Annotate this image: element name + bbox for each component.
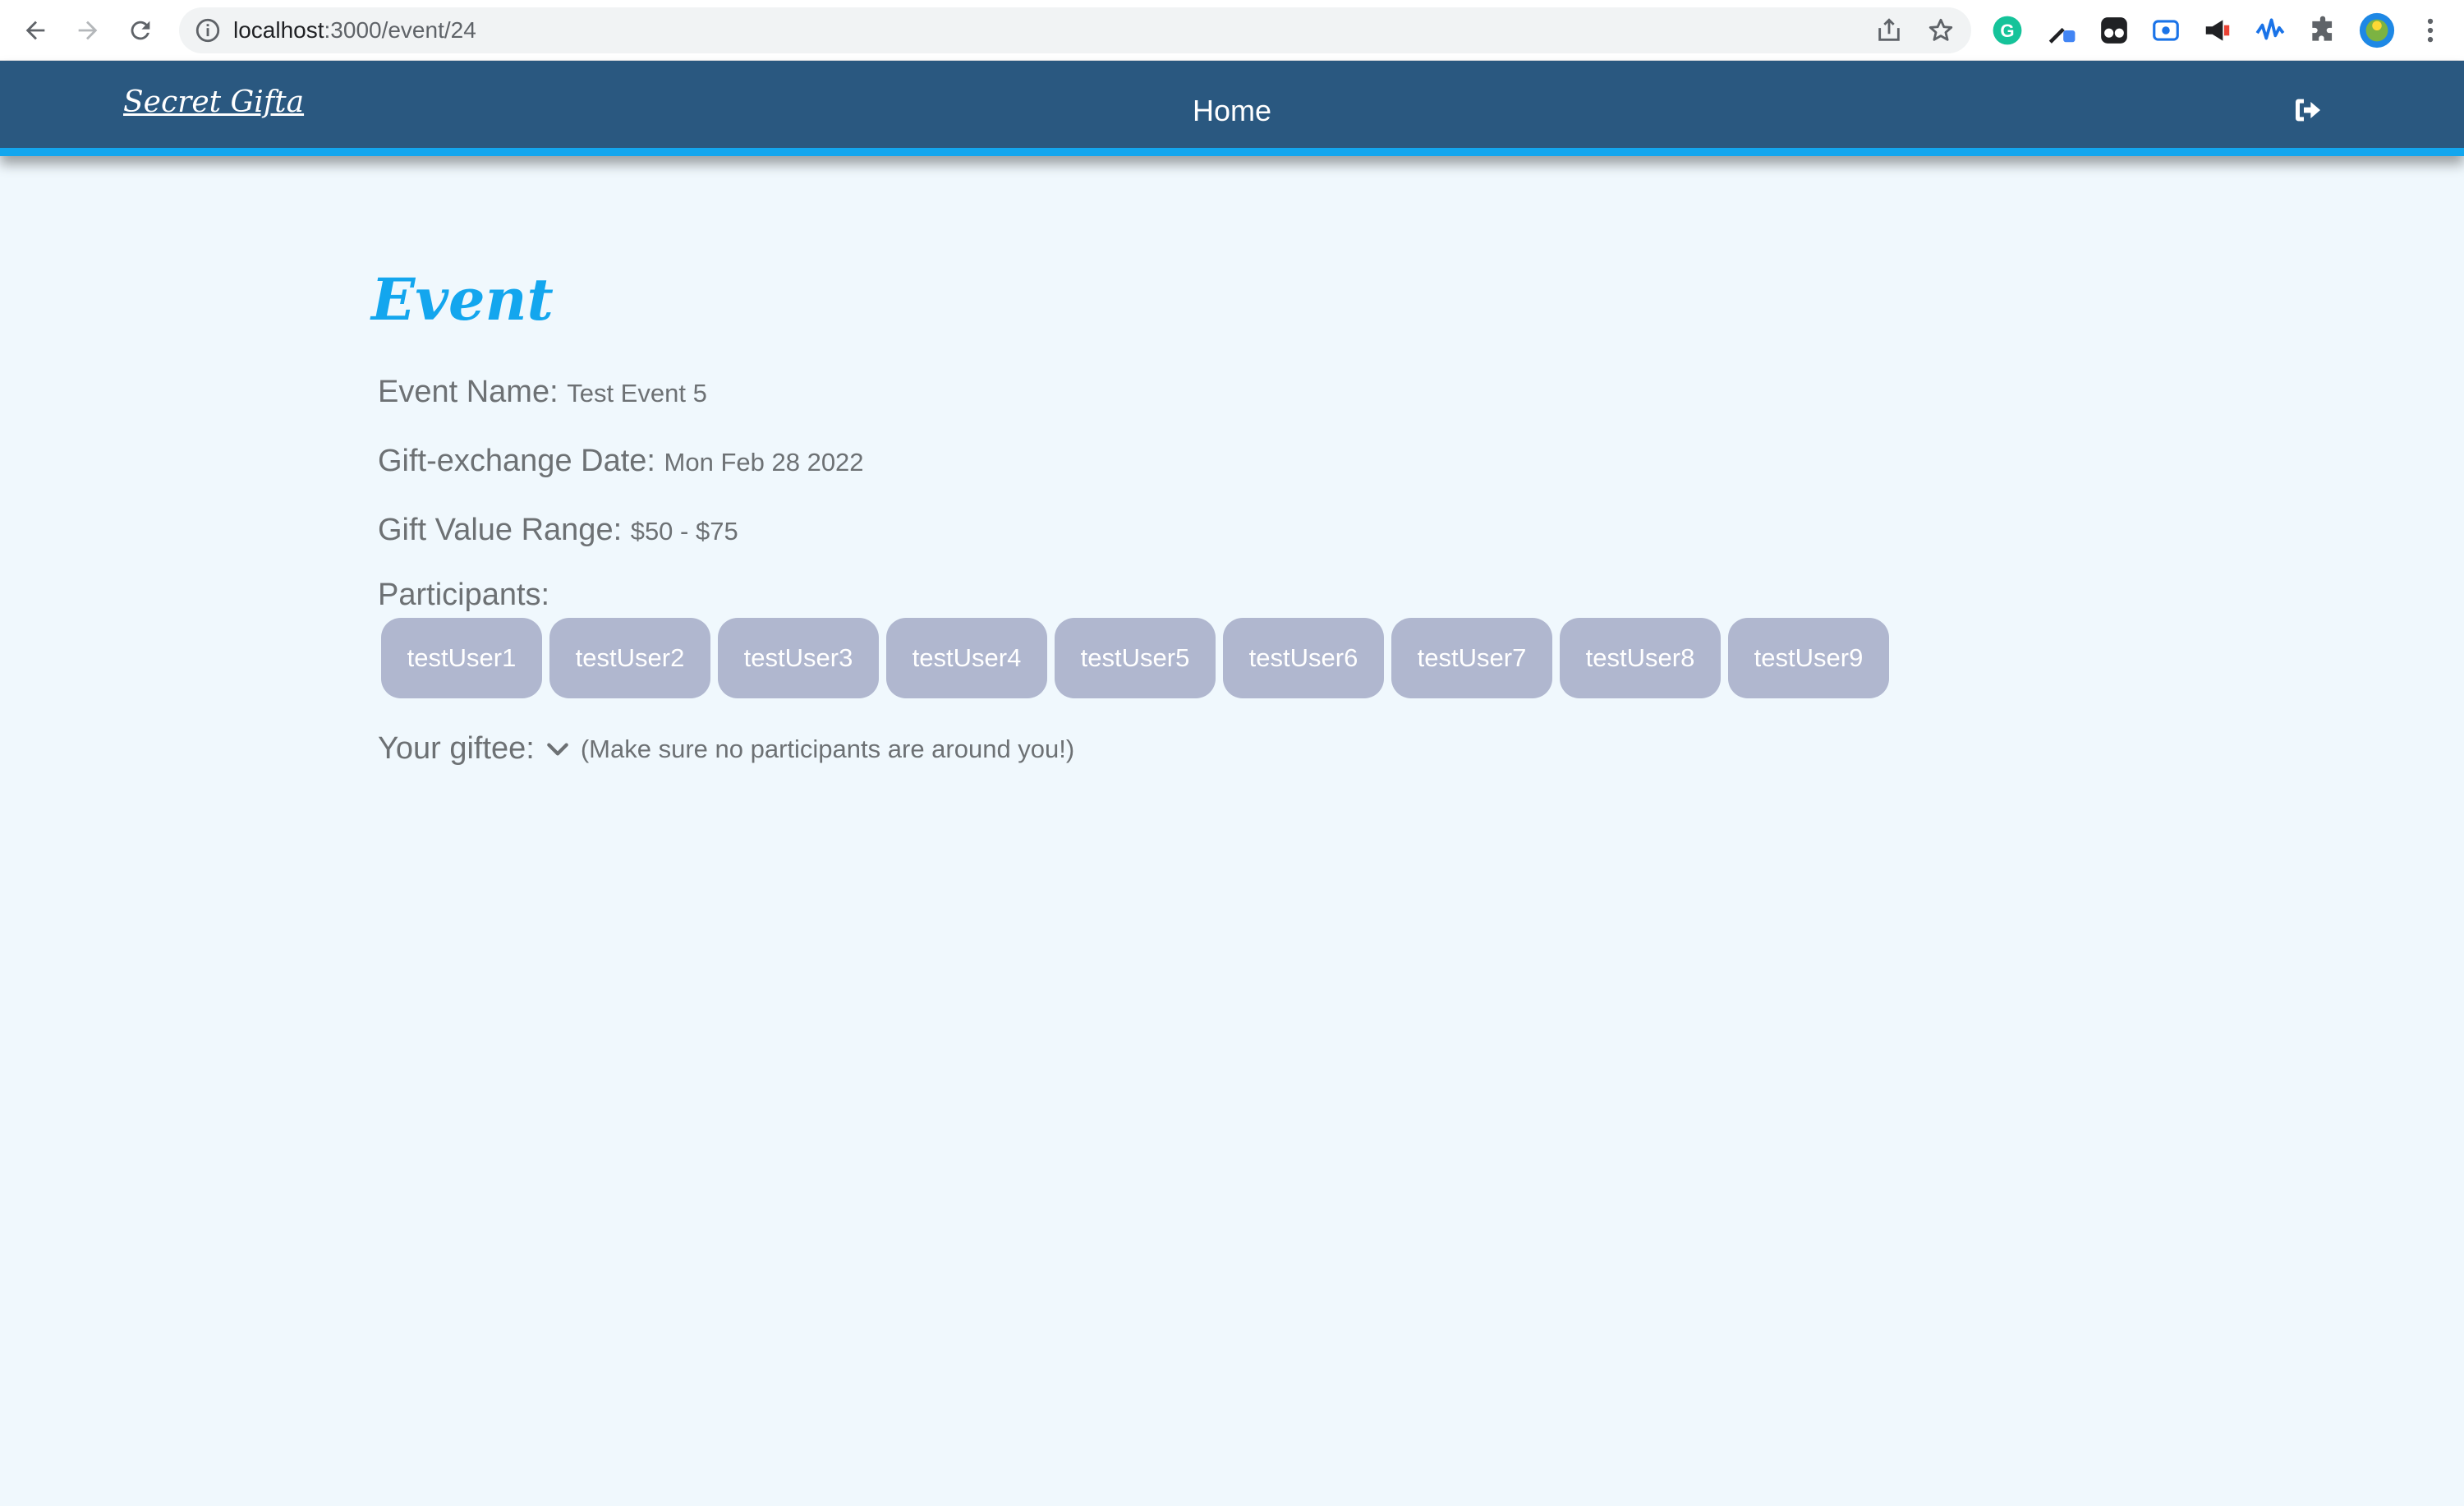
arrow-right-icon <box>78 21 98 40</box>
address-bar[interactable]: localhost:3000/event/24 <box>179 7 1971 53</box>
sign-out-icon[interactable] <box>2292 94 2324 127</box>
menu-kebab-icon[interactable] <box>2415 15 2446 46</box>
giftee-row: Your giftee: (Make sure no participants … <box>378 731 2020 767</box>
page-title: Event <box>371 265 554 334</box>
megaphone-icon[interactable] <box>2202 15 2233 46</box>
waveform-icon[interactable] <box>2255 15 2286 46</box>
tampermonkey-icon[interactable] <box>2099 15 2130 46</box>
participant-chip[interactable]: testUser2 <box>549 618 710 698</box>
participant-chip[interactable]: testUser5 <box>1055 618 1216 698</box>
arrow-left-icon <box>25 21 45 40</box>
event-name-row: Event Name: Test Event 5 <box>378 370 2020 439</box>
value-range-label: Gift Value Range: <box>378 513 623 547</box>
event-details: Event Event Name: Test Event 5 Gift-exch… <box>371 263 2020 767</box>
participant-chip[interactable]: testUser4 <box>886 618 1047 698</box>
profile-avatar[interactable] <box>2358 12 2396 49</box>
brand-logo[interactable]: Secret Gifta <box>123 85 304 119</box>
eyedropper-icon[interactable] <box>2045 15 2076 46</box>
browser-toolbar: localhost:3000/event/24 G <box>0 0 2464 61</box>
bookmark-star-icon[interactable] <box>1927 16 1955 44</box>
app-navbar: Secret Gifta Home <box>0 61 2464 156</box>
participant-chip[interactable]: testUser8 <box>1560 618 1721 698</box>
svg-text:G: G <box>2000 21 2014 41</box>
share-icon[interactable] <box>1875 16 1903 44</box>
reload-button[interactable] <box>122 12 159 49</box>
chevron-down-icon[interactable] <box>545 736 571 762</box>
participant-chip[interactable]: testUser3 <box>718 618 879 698</box>
giftee-hint: (Make sure no participants are around yo… <box>580 734 1075 763</box>
forward-button[interactable] <box>69 12 107 49</box>
grammarly-icon[interactable]: G <box>1992 15 2023 46</box>
event-name-value: Test Event 5 <box>567 379 707 408</box>
participant-chip[interactable]: testUser9 <box>1728 618 1889 698</box>
value-range-value: $50 - $75 <box>630 517 738 546</box>
event-name-label: Event Name: <box>378 375 559 409</box>
exchange-date-value: Mon Feb 28 2022 <box>664 448 864 477</box>
giftee-label: Your giftee: <box>378 731 535 766</box>
screencast-icon[interactable] <box>2150 15 2181 46</box>
exchange-date-row: Gift-exchange Date: Mon Feb 28 2022 <box>378 439 2020 508</box>
puzzle-icon[interactable] <box>2307 15 2338 46</box>
value-range-row: Gift Value Range: $50 - $75 <box>378 508 2020 577</box>
participants-label: Participants: <box>378 578 550 612</box>
info-icon[interactable] <box>194 16 222 44</box>
participant-chip[interactable]: testUser6 <box>1223 618 1384 698</box>
reload-icon <box>131 21 150 40</box>
back-button[interactable] <box>16 12 54 49</box>
exchange-date-label: Gift-exchange Date: <box>378 444 655 478</box>
url-text[interactable]: localhost:3000/event/24 <box>233 18 476 43</box>
participant-chip[interactable]: testUser7 <box>1391 618 1552 698</box>
participant-list: testUser1 testUser2 testUser3 testUser4 … <box>381 618 2020 698</box>
home-link[interactable]: Home <box>1193 94 1271 128</box>
participant-chip[interactable]: testUser1 <box>381 618 542 698</box>
